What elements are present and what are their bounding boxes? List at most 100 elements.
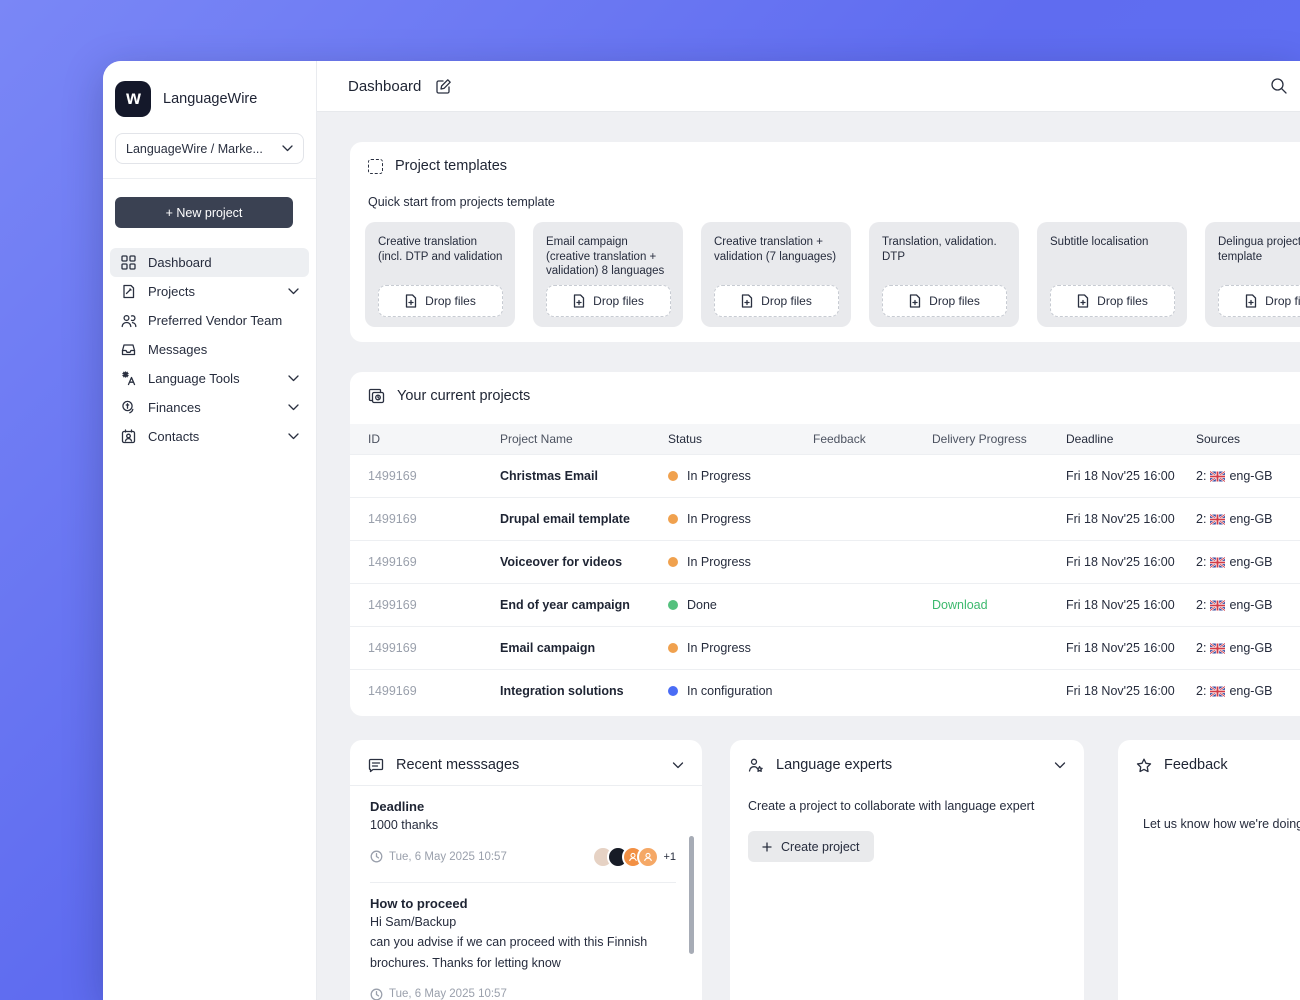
message-title: Deadline	[370, 799, 425, 814]
dashboard-content: Project templates Quick start from proje…	[317, 112, 1300, 1000]
status-dot	[668, 514, 678, 524]
current-projects-card: Your current projects ID Project Name St…	[350, 372, 1300, 716]
project-name: Integration solutions	[500, 684, 624, 698]
sidebar-item-dashboard[interactable]: Dashboard	[110, 248, 309, 277]
column-project-name: Project Name	[500, 432, 573, 446]
table-row[interactable]: 1499169 Email campaign In Progress Fri 1…	[350, 626, 1300, 669]
org-selector-dropdown[interactable]: LanguageWire / Marke...	[115, 133, 304, 164]
chat-icon	[368, 758, 384, 772]
drop-files-button[interactable]: Drop files	[546, 285, 671, 317]
message-avatars: +1	[592, 845, 676, 868]
drop-files-button[interactable]: Drop files	[714, 285, 839, 317]
status-label: In configuration	[687, 684, 773, 698]
sources-count: 2:	[1196, 555, 1207, 569]
template-card: Email campaign (creative translation + v…	[533, 222, 683, 327]
bottom-cards-row: Recent messsages Deadline 1000 thanks Tu…	[350, 740, 1300, 1000]
sidebar-menu: Dashboard Projects Preferred Vendor Team	[103, 248, 316, 451]
column-feedback: Feedback	[813, 432, 866, 446]
template-card: Translation, validation. DTP Drop files	[869, 222, 1019, 327]
deadline: Fri 18 Nov'25 16:00	[1066, 598, 1175, 612]
brand-name: LanguageWire	[163, 91, 258, 107]
sidebar-item-projects[interactable]: Projects	[110, 277, 309, 306]
sidebar-item-language-tools[interactable]: Language Tools	[110, 364, 309, 393]
feedback-body: Let us know how we're doing :-)	[1143, 817, 1300, 831]
project-name: Drupal email template	[500, 512, 630, 526]
project-templates-title: Project templates	[395, 158, 508, 174]
clock-icon	[370, 988, 383, 1000]
sources-lang: eng-GB	[1229, 641, 1273, 655]
edit-pencil-icon	[436, 78, 452, 94]
chevron-down-icon	[1054, 761, 1066, 768]
create-project-button[interactable]: Create project	[748, 831, 874, 862]
sidebar-item-preferred-vendor-team[interactable]: Preferred Vendor Team	[110, 306, 309, 335]
message-line: brochures. Thanks for letting know	[370, 955, 561, 970]
uk-flag-icon	[1210, 470, 1226, 482]
table-row[interactable]: 1499169 End of year campaign Done Downlo…	[350, 583, 1300, 626]
collapse-messages-button[interactable]	[672, 761, 684, 769]
sources-count: 2:	[1196, 512, 1207, 526]
project-id: 1499169	[368, 684, 417, 698]
template-card: Subtitle localisation Drop files	[1037, 222, 1187, 327]
deadline: Fri 18 Nov'25 16:00	[1066, 512, 1175, 526]
recent-messages-title: Recent messsages	[396, 757, 520, 773]
status-label: In Progress	[687, 555, 751, 569]
recent-messages-header: Recent messsages	[350, 740, 702, 785]
messages-list: Deadline 1000 thanks Tue, 6 May 2025 10:…	[350, 786, 702, 1000]
search-button[interactable]	[1270, 77, 1290, 95]
sidebar-item-label: Projects	[148, 284, 195, 299]
message-line: Hi Sam/Backup	[370, 914, 457, 929]
chevron-down-icon	[288, 404, 299, 411]
sidebar-item-contacts[interactable]: Contacts	[110, 422, 309, 451]
project-templates-header: Project templates	[350, 142, 1300, 174]
projects-document-icon	[120, 284, 137, 299]
chevron-down-icon	[672, 761, 684, 768]
table-row[interactable]: 1499169 Christmas Email In Progress Fri …	[350, 454, 1300, 497]
sidebar-item-label: Preferred Vendor Team	[148, 313, 283, 328]
plus-icon	[762, 841, 772, 852]
sidebar-divider	[103, 178, 316, 179]
sources-lang: eng-GB	[1229, 512, 1273, 526]
file-plus-icon	[910, 294, 921, 308]
message-item[interactable]: How to proceed Hi Sam/Backup can you adv…	[370, 883, 676, 1000]
sidebar-item-label: Language Tools	[148, 371, 240, 386]
table-row[interactable]: 1499169 Integration solutions In configu…	[350, 669, 1300, 712]
drop-files-button[interactable]: Drop files	[1218, 285, 1300, 317]
project-id: 1499169	[368, 469, 417, 483]
feedback-header: Feedback	[1118, 740, 1300, 785]
project-name: Email campaign	[500, 641, 596, 655]
project-name: Christmas Email	[500, 469, 598, 483]
page-title: Dashboard	[348, 77, 422, 95]
drop-files-button[interactable]: Drop files	[378, 285, 503, 317]
status-dot	[668, 557, 678, 567]
chevron-down-icon	[288, 433, 299, 440]
table-row[interactable]: 1499169 Voiceover for videos In Progress…	[350, 540, 1300, 583]
messages-scrollbar[interactable]	[689, 836, 694, 954]
translate-icon	[120, 371, 137, 386]
template-name: Translation, validation. DTP	[882, 236, 997, 263]
column-sources: Sources	[1196, 432, 1241, 446]
drop-files-button[interactable]: Drop files	[882, 285, 1007, 317]
sidebar-item-finances[interactable]: Finances	[110, 393, 309, 422]
language-experts-card: Language experts Create a project to col…	[730, 740, 1084, 1000]
project-id: 1499169	[368, 641, 417, 655]
sidebar-item-messages[interactable]: Messages	[110, 335, 309, 364]
new-project-button[interactable]: + New project	[115, 197, 293, 228]
column-id: ID	[368, 432, 380, 446]
contact-card-icon	[120, 429, 137, 444]
edit-dashboard-button[interactable]	[435, 78, 452, 95]
message-line: can you advise if we can proceed with th…	[370, 935, 648, 949]
drop-files-label: Drop files	[425, 294, 476, 308]
template-name: Creative translation + validation (7 lan…	[714, 236, 837, 263]
drop-files-button[interactable]: Drop files	[1050, 285, 1175, 317]
status-label: In Progress	[687, 641, 751, 655]
template-name: Email campaign (creative translation + v…	[546, 236, 665, 277]
file-plus-icon	[1246, 294, 1257, 308]
sidebar-item-label: Contacts	[148, 429, 200, 444]
create-project-label: Create project	[781, 839, 860, 854]
download-link[interactable]: Download	[932, 598, 988, 612]
message-time: Tue, 6 May 2025 10:57	[370, 988, 507, 1000]
collapse-experts-button[interactable]	[1054, 761, 1066, 769]
table-row[interactable]: 1499169 Drupal email template In Progres…	[350, 497, 1300, 540]
file-plus-icon	[574, 294, 585, 308]
message-item[interactable]: Deadline 1000 thanks Tue, 6 May 2025 10:…	[370, 786, 676, 883]
